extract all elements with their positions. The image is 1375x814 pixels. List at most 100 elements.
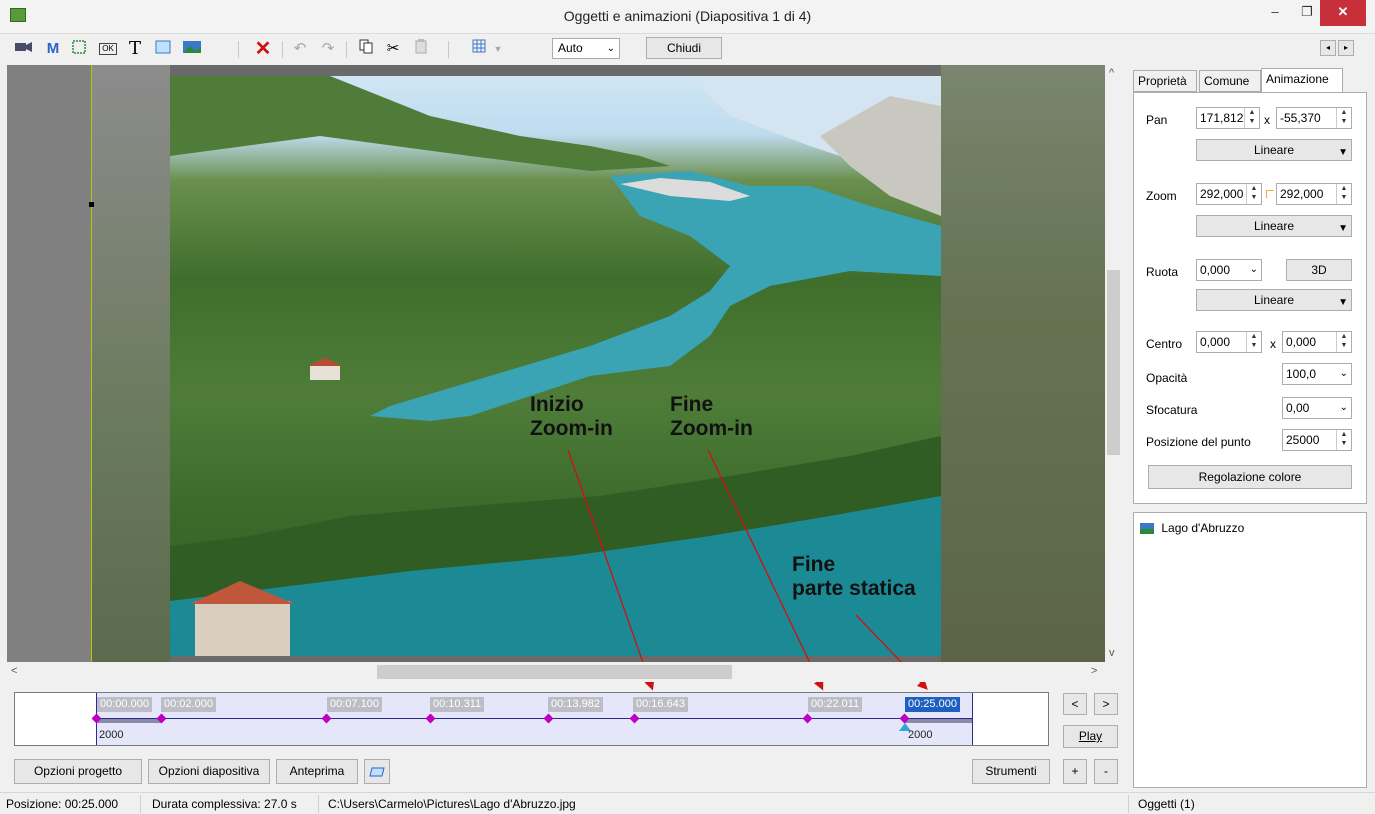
- center-y-input[interactable]: 0,000 ▲ ▼: [1282, 331, 1352, 353]
- center-label: Centro: [1146, 337, 1183, 351]
- center-x-value: 0,000: [1200, 335, 1231, 349]
- status-position: Posizione: 00:25.000: [6, 797, 119, 811]
- transition-in-duration: 2000: [99, 729, 124, 741]
- vertical-scrollbar[interactable]: ^ v: [1105, 65, 1122, 662]
- pan-interpolation-value: Lineare: [1253, 143, 1295, 157]
- pan-y-input[interactable]: -55,370 ▲ ▼: [1276, 107, 1352, 129]
- zoom-x-input[interactable]: 292,000 ▲ ▼: [1196, 183, 1262, 205]
- pan-x-input[interactable]: 171,812 ▲ ▼: [1196, 107, 1260, 129]
- blur-value: 0,00: [1286, 401, 1310, 415]
- tab-common[interactable]: Comune: [1199, 70, 1261, 92]
- pan-x-value: 171,812: [1200, 111, 1244, 125]
- image-icon: [1140, 523, 1154, 535]
- keyframe-time-label[interactable]: 00:10.311: [430, 697, 485, 712]
- timeline[interactable]: 00:00.000 00:02.000 00:07.100 00:10.311 …: [14, 692, 1049, 746]
- pan-label: Pan: [1146, 113, 1168, 127]
- center-y-value: 0,000: [1286, 335, 1317, 349]
- blur-label: Sfocatura: [1146, 403, 1198, 417]
- vertical-scroll-thumb[interactable]: [1107, 270, 1120, 455]
- previous-keyframe-button[interactable]: <: [1063, 693, 1087, 715]
- spinner-icon[interactable]: ▲ ▼: [1244, 108, 1259, 128]
- play-button[interactable]: Play: [1063, 725, 1118, 748]
- objects-list: Lago d'Abruzzo: [1133, 512, 1367, 788]
- scroll-right-icon[interactable]: >: [1091, 665, 1097, 677]
- status-divider: [318, 795, 319, 813]
- dropdown-arrow-icon: ▼: [1338, 223, 1348, 234]
- list-item[interactable]: Lago d'Abruzzo: [1140, 519, 1244, 537]
- zoom-x-value: 292,000: [1200, 187, 1244, 201]
- rotate-label: Ruota: [1146, 265, 1179, 279]
- keyframe-time-label[interactable]: 00:22.011: [808, 697, 863, 712]
- chevron-down-icon[interactable]: ⌄: [1250, 260, 1258, 280]
- color-adjust-button[interactable]: Regolazione colore: [1148, 465, 1352, 489]
- tools-button[interactable]: Strumenti: [972, 759, 1050, 784]
- spinner-icon[interactable]: ▲ ▼: [1336, 430, 1351, 450]
- pan-interpolation-select[interactable]: Lineare ▼: [1196, 139, 1352, 161]
- keyframe-time-label[interactable]: 00:00.000: [97, 697, 152, 712]
- x-separator: x: [1264, 113, 1270, 127]
- point-position-label: Posizione del punto: [1146, 435, 1251, 449]
- project-options-button[interactable]: Opzioni progetto: [14, 759, 142, 784]
- zoom-y-value: 292,000: [1280, 187, 1324, 201]
- tab-animation[interactable]: Animazione: [1261, 68, 1343, 93]
- timeline-end-marker: [972, 693, 973, 745]
- zoom-interpolation-select[interactable]: Lineare ▼: [1196, 215, 1352, 237]
- timeline-transition-in: [96, 719, 162, 723]
- screen-icon[interactable]: [364, 759, 390, 784]
- rotate-input[interactable]: 0,000 ⌄: [1196, 259, 1262, 281]
- keyframe-time-label[interactable]: 00:07.100: [327, 697, 382, 712]
- dropdown-arrow-icon: ▼: [1338, 297, 1348, 308]
- pan-y-value: -55,370: [1280, 111, 1321, 125]
- center-x-input[interactable]: 0,000 ▲ ▼: [1196, 331, 1262, 353]
- link-zoom-icon[interactable]: [1266, 190, 1274, 198]
- spinner-icon[interactable]: ▲ ▼: [1336, 184, 1351, 204]
- animation-properties: Pan 171,812 ▲ ▼ x -55,370 ▲ ▼ Lineare ▼ Zo…: [1133, 92, 1367, 504]
- opacity-label: Opacità: [1146, 371, 1188, 385]
- zoom-y-input[interactable]: 292,000 ▲ ▼: [1276, 183, 1352, 205]
- status-divider: [140, 795, 141, 813]
- transition-out-duration: 2000: [908, 729, 933, 741]
- status-duration: Durata complessiva: 27.0 s: [152, 797, 297, 811]
- status-file-path: C:\Users\Carmelo\Pictures\Lago d'Abruzzo…: [328, 797, 576, 811]
- spinner-icon[interactable]: ▲ ▼: [1246, 184, 1261, 204]
- timeline-axis: [96, 718, 972, 719]
- object-name: Lago d'Abruzzo: [1161, 521, 1245, 535]
- point-position-input[interactable]: 25000 ▲ ▼: [1282, 429, 1352, 451]
- zoom-interpolation-value: Lineare: [1253, 219, 1295, 233]
- rotate-interpolation-value: Lineare: [1253, 293, 1295, 307]
- keyframe-time-label-selected[interactable]: 00:25.000: [905, 697, 960, 712]
- remove-object-button[interactable]: -: [1094, 759, 1118, 784]
- rotate-3d-button[interactable]: 3D: [1286, 259, 1352, 281]
- point-position-value: 25000: [1286, 433, 1320, 447]
- preview-button[interactable]: Anteprima: [276, 759, 358, 784]
- timeline-transition-out: [905, 719, 972, 723]
- x-separator: x: [1270, 337, 1276, 351]
- arrow-end-zoom: [707, 449, 824, 691]
- keyframe-time-label[interactable]: 00:02.000: [161, 697, 216, 712]
- scroll-up-icon[interactable]: ^: [1109, 67, 1114, 79]
- zoom-label: Zoom: [1146, 189, 1177, 203]
- slide-options-button[interactable]: Opzioni diapositiva: [148, 759, 270, 784]
- arrow-start-zoom: [567, 449, 655, 691]
- opacity-value: 100,0: [1286, 367, 1317, 381]
- spinner-icon[interactable]: ▲ ▼: [1336, 108, 1351, 128]
- objects-count: Oggetti (1): [1138, 797, 1195, 811]
- next-keyframe-button[interactable]: >: [1094, 693, 1118, 715]
- chevron-down-icon[interactable]: ⌄: [1340, 364, 1348, 384]
- keyframe-time-label[interactable]: 00:16.643: [633, 697, 688, 712]
- scroll-left-icon[interactable]: <: [11, 665, 17, 677]
- tab-properties[interactable]: Proprietà: [1133, 70, 1197, 92]
- spinner-icon[interactable]: ▲ ▼: [1336, 332, 1351, 352]
- rotate-interpolation-select[interactable]: Lineare ▼: [1196, 289, 1352, 311]
- status-divider: [1128, 795, 1129, 813]
- horizontal-scroll-thumb[interactable]: [377, 665, 732, 679]
- keyframe-time-label[interactable]: 00:13.982: [548, 697, 603, 712]
- horizontal-scrollbar[interactable]: < >: [7, 662, 1105, 682]
- spinner-icon[interactable]: ▲ ▼: [1246, 332, 1261, 352]
- chevron-down-icon[interactable]: ⌄: [1340, 398, 1348, 418]
- opacity-input[interactable]: 100,0 ⌄: [1282, 363, 1352, 385]
- status-bar: Posizione: 00:25.000 Durata complessiva:…: [0, 792, 1375, 814]
- blur-input[interactable]: 0,00 ⌄: [1282, 397, 1352, 419]
- add-object-button[interactable]: +: [1063, 759, 1087, 784]
- scroll-down-icon[interactable]: v: [1109, 647, 1115, 659]
